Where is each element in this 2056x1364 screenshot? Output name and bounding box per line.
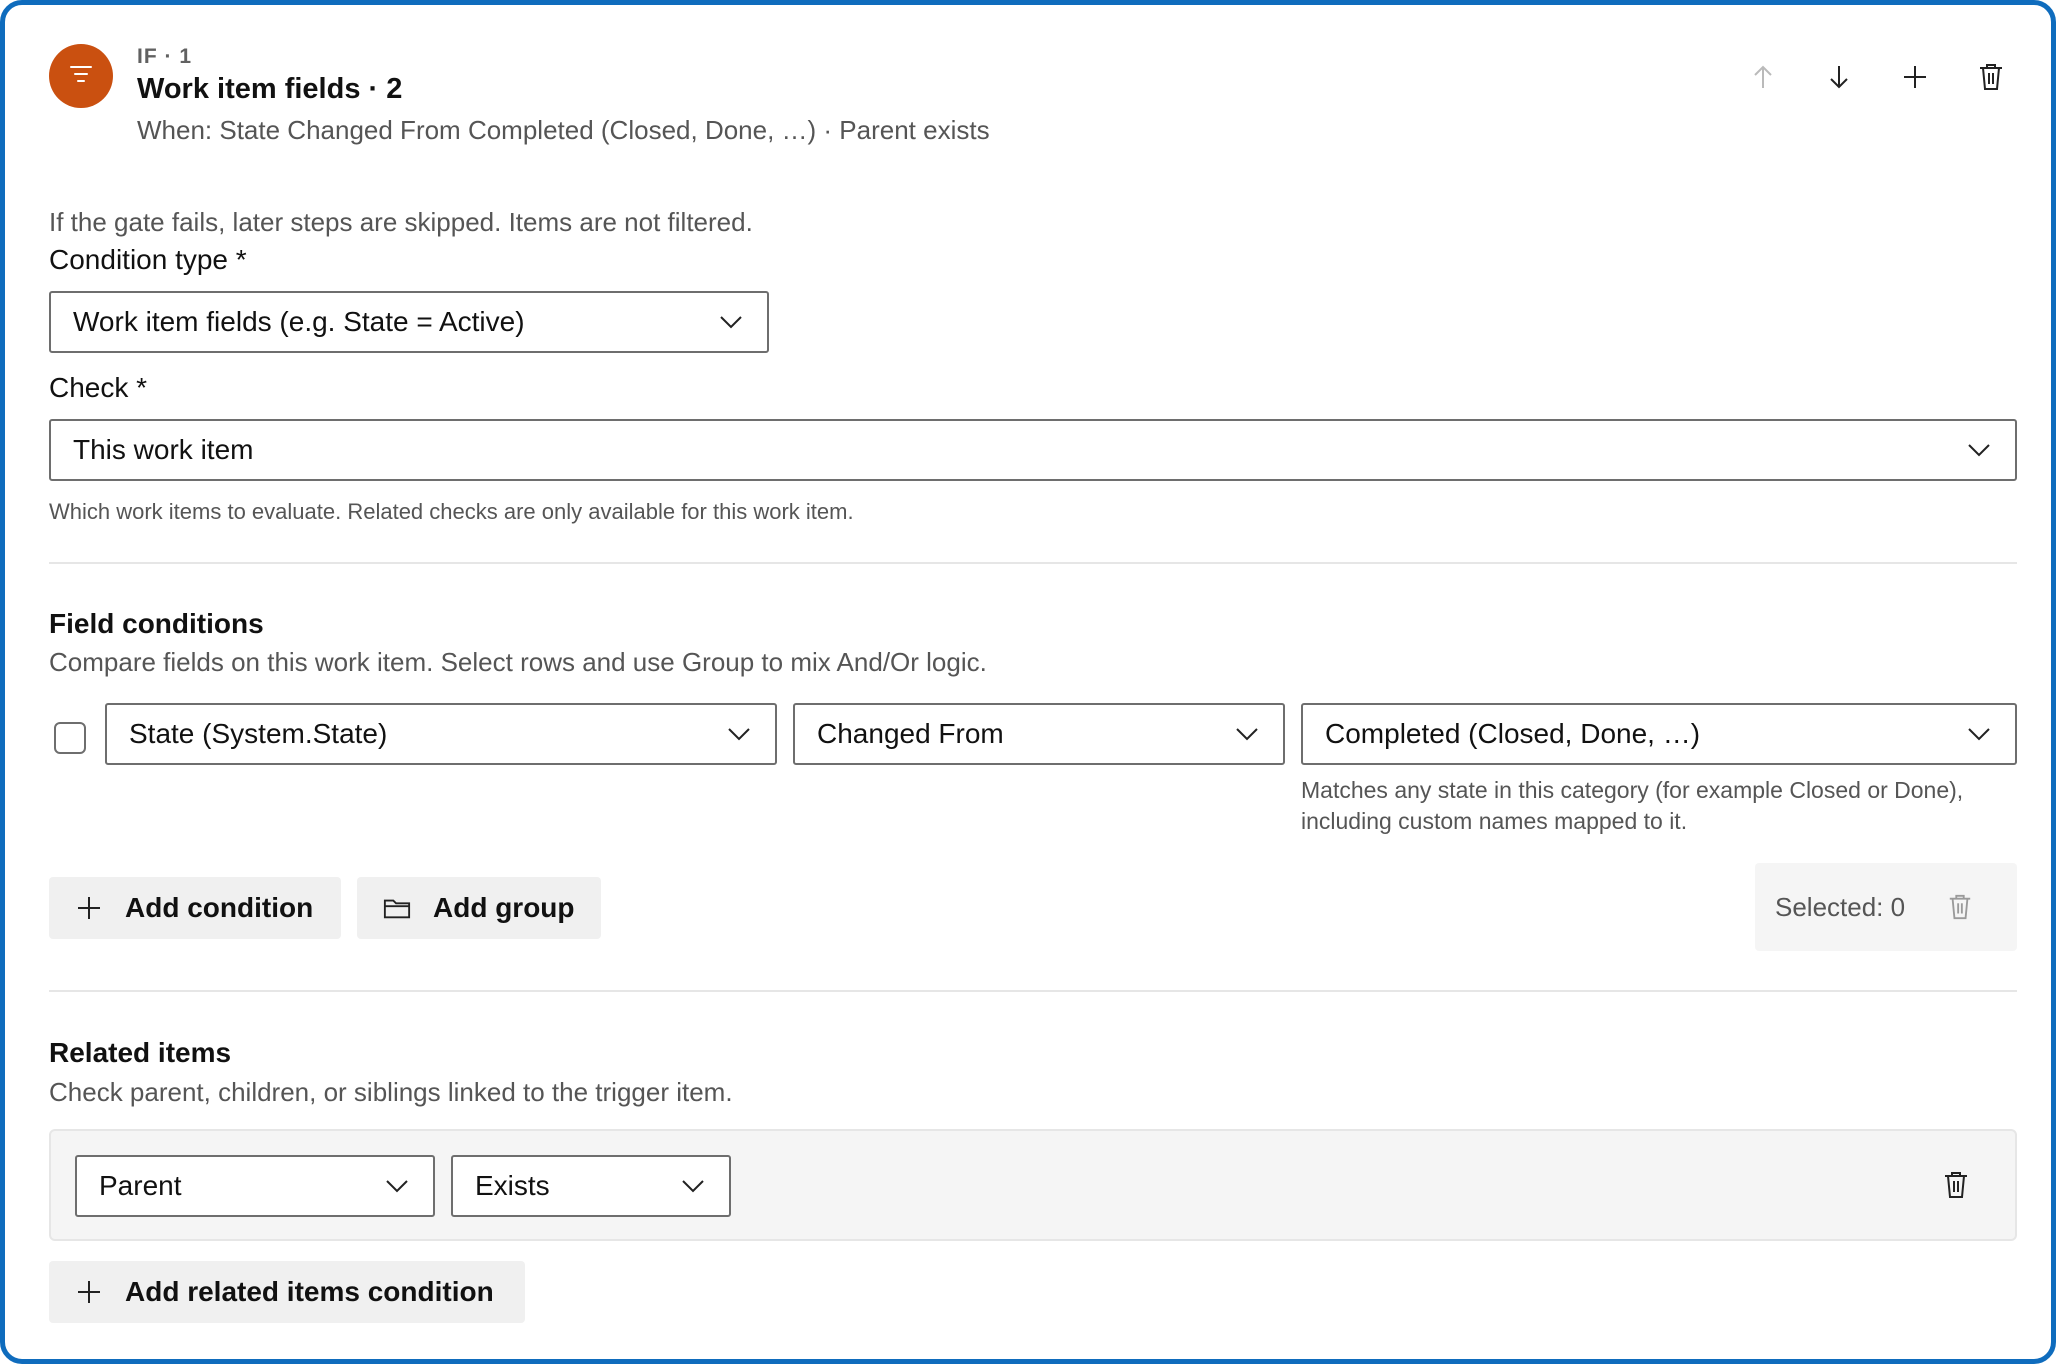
add-related-items-button[interactable]: Add related items condition [49,1261,525,1323]
move-down-button[interactable] [1801,57,1877,97]
check-label: Check * [49,372,148,403]
chevron-down-icon [717,308,745,336]
relation-check-value: Exists [475,1170,550,1201]
value-value: Completed (Closed, Done, …) [1325,718,1701,749]
chevron-down-icon [679,1172,707,1200]
add-condition-button[interactable]: Add condition [49,877,341,939]
value-select[interactable]: Completed (Closed, Done, …) [1301,703,2017,765]
trash-icon [1949,894,1971,920]
chevron-down-icon [1965,436,1993,464]
add-related-items-label: Add related items condition [125,1276,494,1307]
condition-type-value: Work item fields (e.g. State = Active) [73,306,525,337]
delete-related-button[interactable] [1939,1168,1973,1202]
chevron-down-icon [1965,720,1993,748]
value-help: Matches any state in this category (for … [1301,777,1964,834]
field-conditions-title: Field conditions [49,608,264,639]
add-step-button[interactable] [1877,57,1953,97]
plus-icon [75,894,103,922]
section-divider [49,562,2017,564]
plus-icon [75,1278,103,1306]
filter-badge [49,44,113,108]
related-items-title: Related items [49,1037,232,1068]
condition-row-checkbox[interactable] [54,722,86,754]
gate-note: If the gate fails, later steps are skipp… [49,207,753,237]
plus-icon [1904,66,1926,88]
chevron-down-icon [725,720,753,748]
relation-value: Parent [99,1170,182,1201]
add-group-label: Add group [433,892,575,923]
condition-type-label: Condition type * [49,244,247,275]
move-up-button[interactable] [1725,57,1801,97]
folder-icon [383,894,411,922]
check-value: This work item [73,434,254,465]
chevron-down-icon [383,1172,411,1200]
delete-selected-button[interactable] [1945,892,1975,922]
check-help: Which work items to evaluate. Related ch… [49,499,854,524]
selected-count: Selected: 0 [1775,891,1906,922]
section-divider [49,990,2017,992]
operator-select[interactable]: Changed From [793,703,1285,765]
trash-icon [1980,64,2002,90]
field-conditions-description: Compare fields on this work item. Select… [49,647,987,677]
condition-type-select[interactable]: Work item fields (e.g. State = Active) [49,291,769,353]
step-actions [1725,57,2029,97]
filter-icon [68,64,94,89]
selection-toolbar: Selected: 0 [1755,863,2017,951]
chevron-down-icon [1233,720,1261,748]
step-title: Work item fields · 2 [137,73,403,105]
add-condition-label: Add condition [125,892,314,923]
relation-check-select[interactable]: Exists [451,1155,731,1217]
operator-value: Changed From [817,718,1004,749]
related-items-description: Check parent, children, or siblings link… [49,1077,733,1107]
check-select[interactable]: This work item [49,419,2017,481]
rule-step-card: IF · 1 Work item fields · 2 When: State … [0,0,2056,1364]
trash-icon [1945,1172,1967,1198]
arrow-up-icon [1754,65,1772,88]
step-eyebrow: IF · 1 [137,45,193,68]
field-select[interactable]: State (System.State) [105,703,777,765]
add-group-button[interactable]: Add group [357,877,601,939]
step-summary: When: State Changed From Completed (Clos… [137,115,990,145]
arrow-down-icon [1830,66,1848,89]
relation-select[interactable]: Parent [75,1155,435,1217]
delete-step-button[interactable] [1953,57,2029,97]
field-value: State (System.State) [129,718,388,749]
